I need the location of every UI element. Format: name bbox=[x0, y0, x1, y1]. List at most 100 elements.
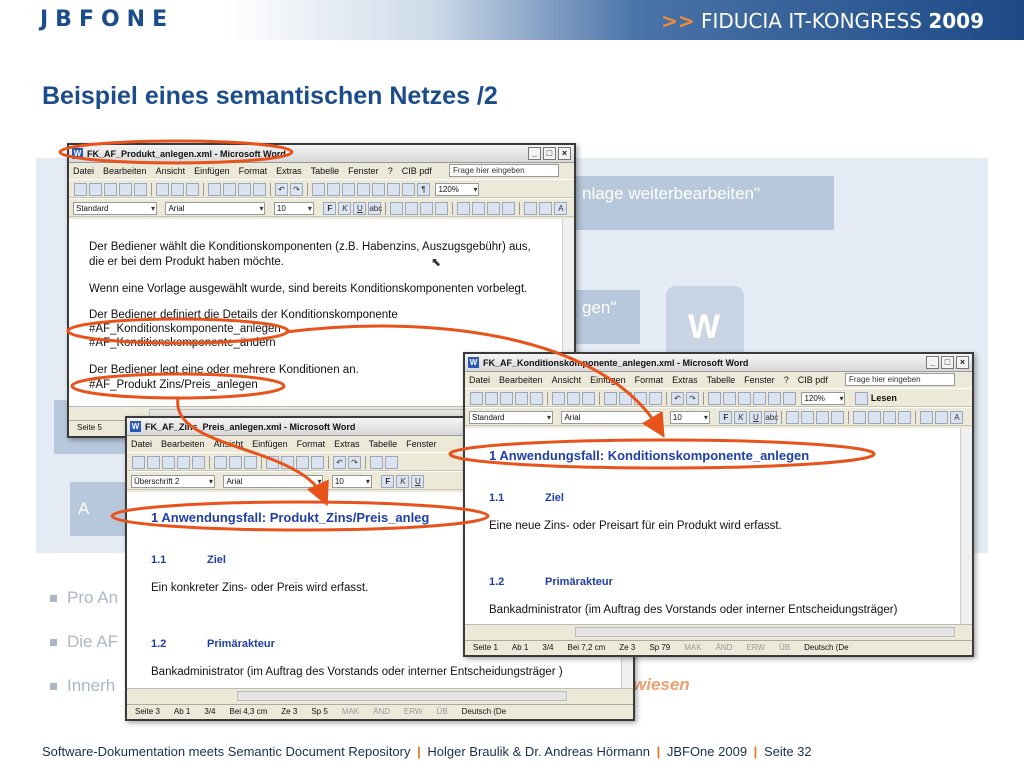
pilcrow-icon[interactable]: ¶ bbox=[417, 183, 430, 196]
drawing-icon[interactable] bbox=[387, 183, 400, 196]
size-select[interactable]: 10 bbox=[331, 475, 372, 488]
align-right-icon[interactable] bbox=[816, 411, 830, 424]
undo-icon[interactable]: ↶ bbox=[275, 183, 288, 196]
underline-icon[interactable]: U bbox=[353, 202, 367, 215]
menu-fenster[interactable]: Fenster bbox=[406, 439, 437, 449]
link-produkt-zins-preis-anlegen[interactable]: #AF_Produkt Zins/Preis_anlegen bbox=[89, 379, 258, 391]
email-icon[interactable] bbox=[134, 183, 147, 196]
hyperlink-icon[interactable] bbox=[370, 456, 383, 469]
insert-table-icon[interactable] bbox=[342, 183, 355, 196]
menu-bearbeiten[interactable]: Bearbeiten bbox=[103, 166, 147, 176]
menu-ansicht[interactable]: Ansicht bbox=[156, 166, 186, 176]
open-icon[interactable] bbox=[147, 456, 160, 469]
format-painter-icon[interactable] bbox=[253, 183, 266, 196]
menu-fenster[interactable]: Fenster bbox=[744, 375, 775, 385]
spelling-icon[interactable] bbox=[244, 456, 257, 469]
ask-question-field[interactable]: Frage hier eingeben bbox=[449, 164, 559, 177]
print-icon[interactable] bbox=[552, 392, 565, 405]
menu-extras[interactable]: Extras bbox=[672, 375, 698, 385]
cut-icon[interactable] bbox=[604, 392, 617, 405]
menu-tabelle[interactable]: Tabelle bbox=[707, 375, 736, 385]
highlight-icon[interactable] bbox=[935, 411, 949, 424]
tables-icon[interactable] bbox=[385, 456, 398, 469]
zoom-select[interactable]: 120% bbox=[801, 392, 846, 405]
menu-tabelle[interactable]: Tabelle bbox=[369, 439, 398, 449]
vertical-scrollbar[interactable] bbox=[960, 428, 972, 624]
italic-icon[interactable]: K bbox=[396, 475, 410, 488]
open-icon[interactable] bbox=[485, 392, 498, 405]
maximize-button[interactable]: □ bbox=[941, 356, 954, 369]
permission-icon[interactable] bbox=[119, 183, 132, 196]
style-select[interactable]: Standard bbox=[73, 202, 157, 215]
columns-icon[interactable] bbox=[768, 392, 781, 405]
redo-icon[interactable]: ↷ bbox=[290, 183, 303, 196]
menu-extras[interactable]: Extras bbox=[276, 166, 302, 176]
zoom-select[interactable]: 120% bbox=[435, 183, 480, 196]
numbering-icon[interactable] bbox=[853, 411, 867, 424]
align-left-icon[interactable] bbox=[786, 411, 800, 424]
preview-icon[interactable] bbox=[229, 456, 242, 469]
style-select[interactable]: Standard bbox=[469, 411, 553, 424]
numbering-icon[interactable] bbox=[457, 202, 471, 215]
bold-icon[interactable]: F bbox=[323, 202, 337, 215]
menu-bearbeiten[interactable]: Bearbeiten bbox=[499, 375, 543, 385]
menu-datei[interactable]: Datei bbox=[131, 439, 152, 449]
style-select[interactable]: Überschrift 2 bbox=[131, 475, 215, 488]
menu-cibpdf[interactable]: CIB pdf bbox=[402, 166, 432, 176]
undo-icon[interactable]: ↶ bbox=[671, 392, 684, 405]
horizontal-scrollbar[interactable] bbox=[237, 691, 567, 701]
underline-icon[interactable]: U bbox=[749, 411, 763, 424]
menu-format[interactable]: Format bbox=[297, 439, 326, 449]
read-button[interactable]: Lesen bbox=[871, 392, 897, 405]
align-left-icon[interactable] bbox=[390, 202, 404, 215]
menu-tabelle[interactable]: Tabelle bbox=[311, 166, 340, 176]
preview-icon[interactable] bbox=[171, 183, 184, 196]
permission-icon[interactable] bbox=[515, 392, 528, 405]
format-painter-icon[interactable] bbox=[649, 392, 662, 405]
hyperlink-icon[interactable] bbox=[708, 392, 721, 405]
justify-icon[interactable] bbox=[435, 202, 449, 215]
minimize-button[interactable]: _ bbox=[528, 147, 541, 160]
outdent-icon[interactable] bbox=[883, 411, 897, 424]
window-titlebar[interactable]: W FK_AF_Produkt_anlegen.xml - Microsoft … bbox=[69, 145, 574, 163]
menu-help[interactable]: ? bbox=[388, 166, 393, 176]
cut-icon[interactable] bbox=[266, 456, 279, 469]
strike-icon[interactable]: abc bbox=[764, 411, 778, 424]
minimize-button[interactable]: _ bbox=[926, 356, 939, 369]
menu-bearbeiten[interactable]: Bearbeiten bbox=[161, 439, 205, 449]
undo-icon[interactable]: ↶ bbox=[333, 456, 346, 469]
excel-icon[interactable] bbox=[357, 183, 370, 196]
hyperlink-icon[interactable] bbox=[312, 183, 325, 196]
maximize-button[interactable]: □ bbox=[543, 147, 556, 160]
indent-icon[interactable] bbox=[898, 411, 912, 424]
print-icon[interactable] bbox=[156, 183, 169, 196]
menu-fenster[interactable]: Fenster bbox=[348, 166, 379, 176]
font-color-icon[interactable]: A bbox=[950, 411, 964, 424]
document-area[interactable]: 1 Anwendungsfall: Konditionskomponente_a… bbox=[465, 428, 960, 624]
highlight-icon[interactable] bbox=[539, 202, 553, 215]
read-icon[interactable] bbox=[854, 392, 868, 405]
link-konditionskomponente-anlegen[interactable]: #AF_Konditionskomponente_anlegen bbox=[89, 323, 281, 335]
justify-icon[interactable] bbox=[831, 411, 845, 424]
size-select[interactable]: 10 bbox=[669, 411, 710, 424]
bullets-icon[interactable] bbox=[472, 202, 486, 215]
preview-icon[interactable] bbox=[567, 392, 580, 405]
copy-icon[interactable] bbox=[223, 183, 236, 196]
menu-format[interactable]: Format bbox=[239, 166, 268, 176]
email-icon[interactable] bbox=[530, 392, 543, 405]
format-painter-icon[interactable] bbox=[311, 456, 324, 469]
bold-icon[interactable]: F bbox=[381, 475, 395, 488]
link-konditionskomponente-aendern[interactable]: #AF_Konditionskomponente_ändern bbox=[89, 337, 276, 349]
close-button[interactable]: × bbox=[558, 147, 571, 160]
font-select[interactable]: Arial bbox=[165, 202, 266, 215]
menu-datei[interactable]: Datei bbox=[469, 375, 490, 385]
menu-help[interactable]: ? bbox=[784, 375, 789, 385]
copy-icon[interactable] bbox=[619, 392, 632, 405]
spelling-icon[interactable] bbox=[186, 183, 199, 196]
tables-icon[interactable] bbox=[723, 392, 736, 405]
bullets-icon[interactable] bbox=[868, 411, 882, 424]
font-color-icon[interactable]: A bbox=[554, 202, 568, 215]
indent-icon[interactable] bbox=[502, 202, 516, 215]
print-icon[interactable] bbox=[214, 456, 227, 469]
paste-icon[interactable] bbox=[634, 392, 647, 405]
